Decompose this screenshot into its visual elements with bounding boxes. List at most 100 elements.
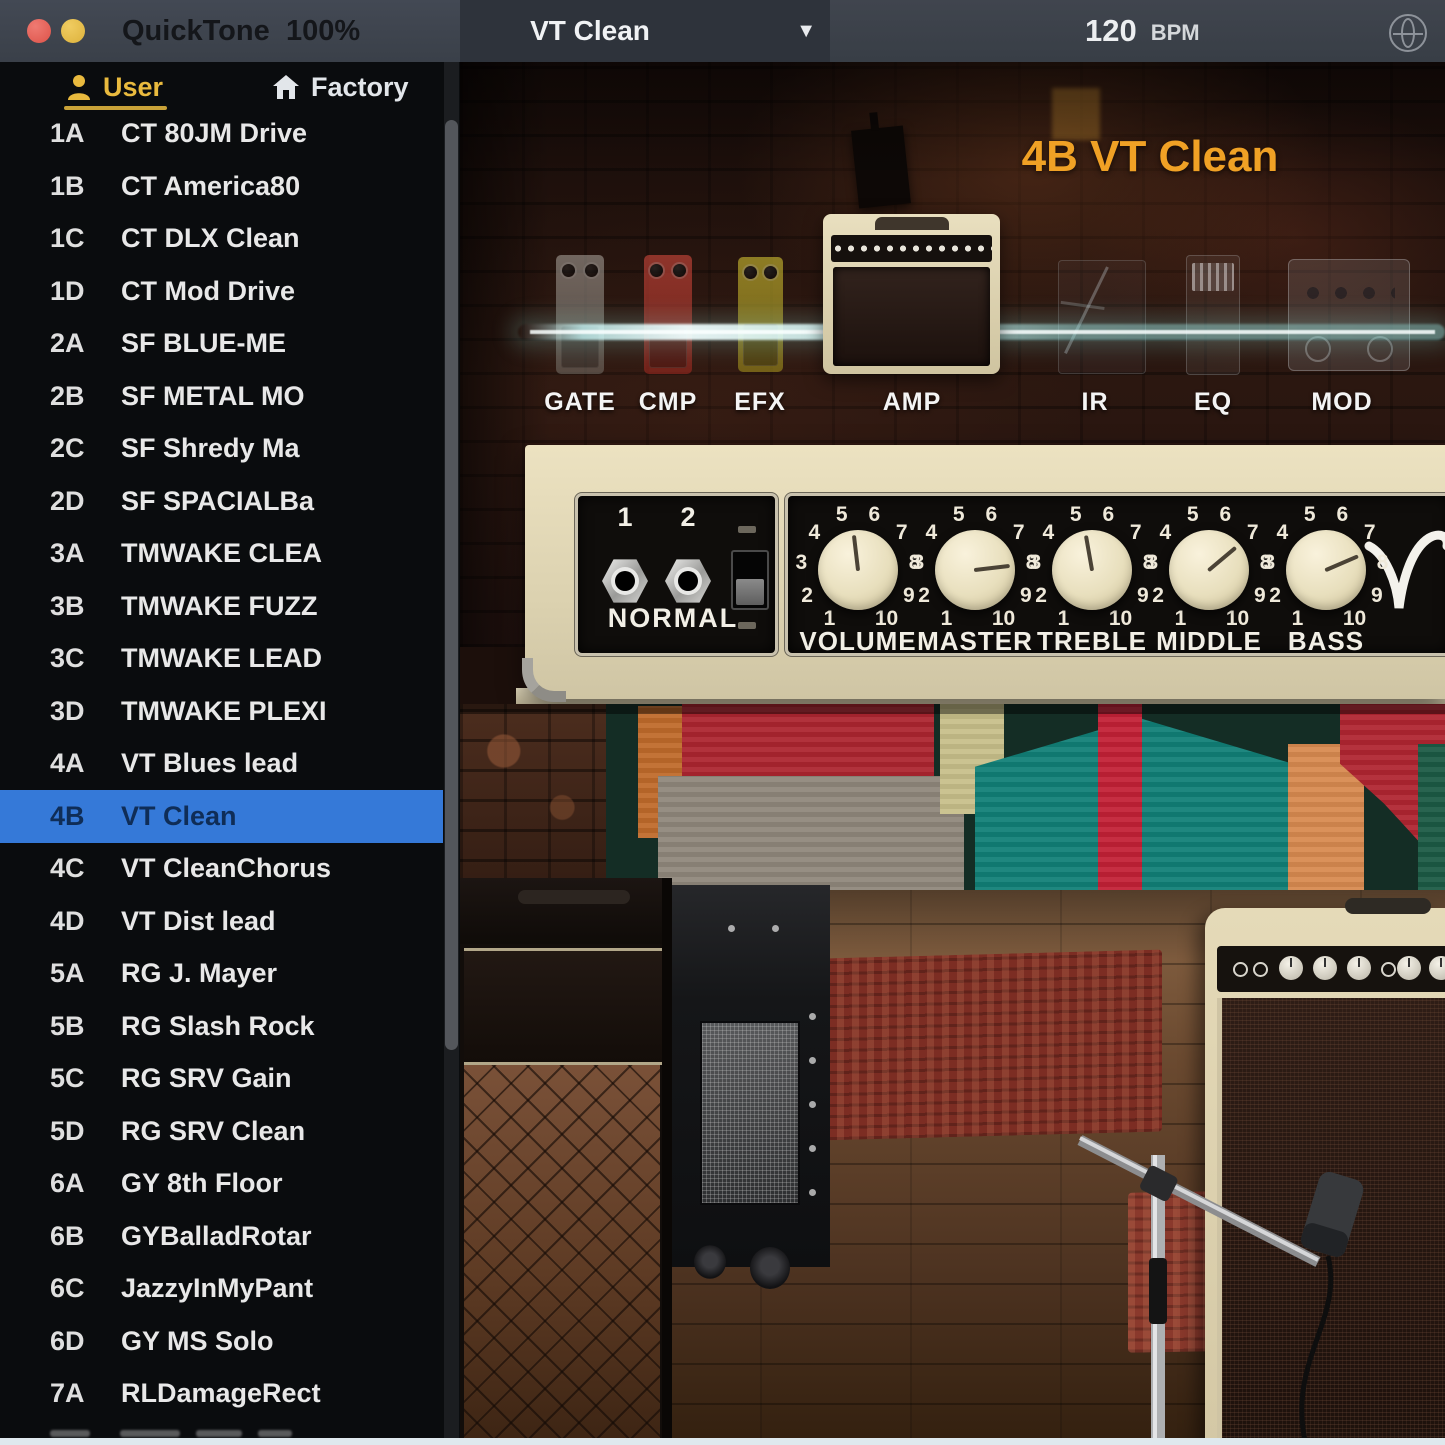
knob-scale-number: 7: [1013, 521, 1025, 545]
preset-row[interactable]: 1B CT America80: [0, 160, 443, 213]
preset-name: RG SRV Clean: [121, 1105, 435, 1158]
preset-row[interactable]: 6C JazzyInMyPant: [0, 1262, 443, 1315]
pedal-knob: [744, 266, 757, 279]
preset-name: CT 80JM Drive: [121, 107, 435, 160]
preset-row[interactable]: 5C RG SRV Gain: [0, 1052, 443, 1105]
chain-device-eq[interactable]: [1186, 255, 1240, 375]
knob-cap[interactable]: [935, 530, 1015, 610]
preset-row[interactable]: 7A RLDamageRect: [0, 1367, 443, 1420]
globe-icon[interactable]: [1389, 14, 1427, 52]
knob-scale-number: 2: [1035, 584, 1047, 608]
close-button[interactable]: [27, 19, 51, 43]
knob-scale-number: 3: [796, 551, 808, 575]
preset-name: TMWAKE CLEA: [121, 527, 435, 580]
chain-device-cmp[interactable]: [644, 255, 692, 374]
chain-device-efx[interactable]: [738, 257, 783, 372]
knob-volume[interactable]: 12345678910VOLUME: [796, 508, 920, 632]
preset-row[interactable]: 2B SF METAL MO: [0, 370, 443, 423]
amp-thumb-grille: [833, 267, 990, 366]
preset-row[interactable]: 4C VT CleanChorus: [0, 842, 443, 895]
combo-knob: [1279, 956, 1303, 980]
preset-row[interactable]: 3C TMWAKE LEAD: [0, 632, 443, 685]
preset-row[interactable]: 5D RG SRV Clean: [0, 1105, 443, 1158]
pedal-knob: [650, 264, 663, 277]
amp-head: 1 2 NORMAL 12345678910VOLUME12345678910M…: [525, 445, 1445, 699]
knob-cap[interactable]: [1052, 530, 1132, 610]
preset-name: VT CleanChorus: [121, 842, 435, 895]
combo-knob: [1347, 956, 1371, 980]
knob-middle[interactable]: 12345678910MIDDLE: [1147, 508, 1271, 632]
tab-factory[interactable]: Factory: [272, 68, 409, 106]
combo-knob: [1429, 956, 1445, 980]
preset-row[interactable]: 3B TMWAKE FUZZ: [0, 580, 443, 633]
preset-id: 6A: [50, 1157, 85, 1210]
preset-row[interactable]: 5A RG J. Mayer: [0, 947, 443, 1000]
knob-cap[interactable]: [818, 530, 898, 610]
preset-name: JazzyInMyPant: [121, 1262, 435, 1315]
knob-scale-number: 4: [1159, 521, 1171, 545]
knob-scale-number: 6: [1102, 503, 1114, 527]
chain-label-ir: IR: [1082, 388, 1109, 417]
preset-row[interactable]: 2C SF Shredy Ma: [0, 422, 443, 475]
combo-handle: [1345, 898, 1431, 914]
zoom-level[interactable]: 100%: [286, 15, 360, 48]
preset-name: TMWAKE LEAD: [121, 632, 435, 685]
bpm-control[interactable]: 120 BPM: [1085, 0, 1200, 62]
knob-cap[interactable]: [1286, 530, 1366, 610]
cab-screw: [809, 1057, 816, 1064]
knob-bass[interactable]: 12345678910BASS: [1264, 508, 1388, 632]
sidebar-scrollbar-thumb[interactable]: [445, 120, 458, 1050]
input-jack-2: [665, 558, 711, 604]
knob-scale-number: 3: [1264, 551, 1276, 575]
pedal-knob: [585, 264, 598, 277]
bpm-value[interactable]: 120: [1085, 13, 1137, 49]
pedal-knob: [764, 266, 777, 279]
knob-treble[interactable]: 12345678910TREBLE: [1030, 508, 1154, 632]
preset-row[interactable]: 6B GYBalladRotar: [0, 1210, 443, 1263]
preset-row[interactable]: 2A SF BLUE-ME: [0, 317, 443, 370]
preset-row[interactable]: 1C CT DLX Clean: [0, 212, 443, 265]
preset-name: RG J. Mayer: [121, 947, 435, 1000]
preset-name: TMWAKE PLEXI: [121, 685, 435, 738]
chain-device-amp[interactable]: [823, 214, 1000, 374]
preset-row[interactable]: 6D GY MS Solo: [0, 1315, 443, 1368]
preset-row[interactable]: 4B VT Clean: [0, 790, 443, 843]
chain-device-gate[interactable]: [556, 255, 604, 374]
minimize-button[interactable]: [61, 19, 85, 43]
home-icon: [272, 73, 300, 101]
knob-master[interactable]: 12345678910MASTER: [913, 508, 1037, 632]
combo-input: [1381, 962, 1396, 977]
clipped-text: [196, 1430, 242, 1437]
knob-pointer: [974, 564, 1010, 572]
preset-row[interactable]: 4A VT Blues lead: [0, 737, 443, 790]
user-icon: [66, 73, 92, 101]
knob-scale-number: 5: [836, 503, 848, 527]
pedal-knob: [673, 264, 686, 277]
preset-row[interactable]: 2D SF SPACIALBa: [0, 475, 443, 528]
chain-device-ir[interactable]: [1058, 260, 1146, 374]
chain-device-mod[interactable]: [1288, 259, 1410, 371]
preset-selector[interactable]: VT Clean ▼: [460, 0, 830, 62]
vox-side-edge: [662, 878, 672, 1445]
cab-screw: [728, 925, 735, 932]
combo-grille: [1217, 998, 1445, 1445]
preset-row[interactable]: 1A CT 80JM Drive: [0, 107, 443, 160]
knob-cap[interactable]: [1169, 530, 1249, 610]
preset-dropdown[interactable]: VT Clean ▼: [460, 0, 830, 62]
preset-row[interactable]: 3D TMWAKE PLEXI: [0, 685, 443, 738]
tab-user[interactable]: User: [66, 68, 163, 106]
chain-label-eq: EQ: [1194, 388, 1232, 417]
chevron-down-icon[interactable]: ▼: [796, 20, 816, 43]
knob-scale-number: 2: [1269, 584, 1281, 608]
preset-row[interactable]: 4D VT Dist lead: [0, 895, 443, 948]
amp-thumb-handle: [875, 217, 949, 230]
power-switch[interactable]: [731, 550, 769, 610]
preset-row[interactable]: 1D CT Mod Drive: [0, 265, 443, 318]
patchwork-wall: [460, 704, 1445, 892]
preset-row[interactable]: 5B RG Slash Rock: [0, 1000, 443, 1053]
preset-row[interactable]: 6A GY 8th Floor: [0, 1157, 443, 1210]
preset-name: SF SPACIALBa: [121, 475, 435, 528]
preset-id: 2A: [50, 317, 85, 370]
preset-row-partial[interactable]: [0, 1426, 443, 1438]
preset-row[interactable]: 3A TMWAKE CLEA: [0, 527, 443, 580]
